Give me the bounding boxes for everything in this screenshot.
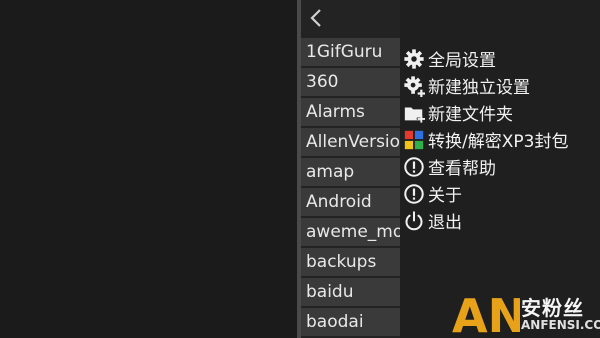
list-item[interactable]: aweme_monitor	[301, 218, 400, 246]
an-logo: AN	[452, 290, 520, 336]
menu-label: 新建独立设置	[428, 78, 530, 98]
options-menu: 全局设置 新建独立设置 新建文件夹 转换/解密XP3封包 查看帮助 关于 退出	[400, 45, 600, 234]
menu-item-new-folder[interactable]: 新建文件夹	[400, 99, 600, 126]
gear-icon	[404, 48, 424, 69]
left-empty-pane	[0, 0, 297, 338]
exclamation-circle-icon	[404, 156, 424, 177]
chevron-left-icon	[310, 9, 321, 27]
svg-text:AN: AN	[452, 290, 520, 336]
menu-label: 转换/解密XP3封包	[428, 132, 569, 152]
watermark-en-text: ANFENSI.COM	[521, 318, 600, 332]
menu-item-global-settings[interactable]: 全局设置	[400, 45, 600, 72]
exclamation-circle-icon	[404, 183, 424, 204]
list-item[interactable]: Android	[301, 188, 400, 216]
list-item[interactable]: 360	[301, 68, 400, 96]
list-item[interactable]: Alarms	[301, 98, 400, 126]
menu-item-convert-decrypt-xp3[interactable]: 转换/解密XP3封包	[400, 126, 600, 153]
menu-label: 退出	[428, 213, 462, 233]
menu-label: 新建文件夹	[428, 105, 513, 125]
list-item[interactable]: amap	[301, 158, 400, 186]
list-item[interactable]: AllenVersion	[301, 128, 400, 156]
watermark-cn-text: 安粉丝	[521, 296, 584, 320]
site-watermark: AN 安粉丝 ANFENSI.COM	[452, 290, 600, 338]
menu-item-about[interactable]: 关于	[400, 180, 600, 207]
gear-plus-icon	[404, 75, 425, 97]
list-item[interactable]: baodai	[301, 308, 400, 336]
list-item[interactable]: baidu	[301, 278, 400, 306]
menu-label: 查看帮助	[428, 159, 496, 179]
menu-item-exit[interactable]: 退出	[400, 207, 600, 234]
menu-label: 全局设置	[428, 51, 496, 71]
list-item[interactable]: backups	[301, 248, 400, 276]
back-button[interactable]	[305, 4, 329, 32]
menu-item-new-standalone-settings[interactable]: 新建独立设置	[400, 72, 600, 99]
list-item[interactable]: 1GifGuru	[301, 38, 400, 66]
power-icon	[405, 210, 423, 230]
file-list: 1GifGuru 360 Alarms AllenVersion amap An…	[301, 38, 400, 338]
color-grid-icon	[404, 130, 424, 149]
menu-item-help[interactable]: 查看帮助	[400, 153, 600, 180]
menu-label: 关于	[428, 186, 462, 206]
folder-plus-icon	[404, 107, 425, 123]
